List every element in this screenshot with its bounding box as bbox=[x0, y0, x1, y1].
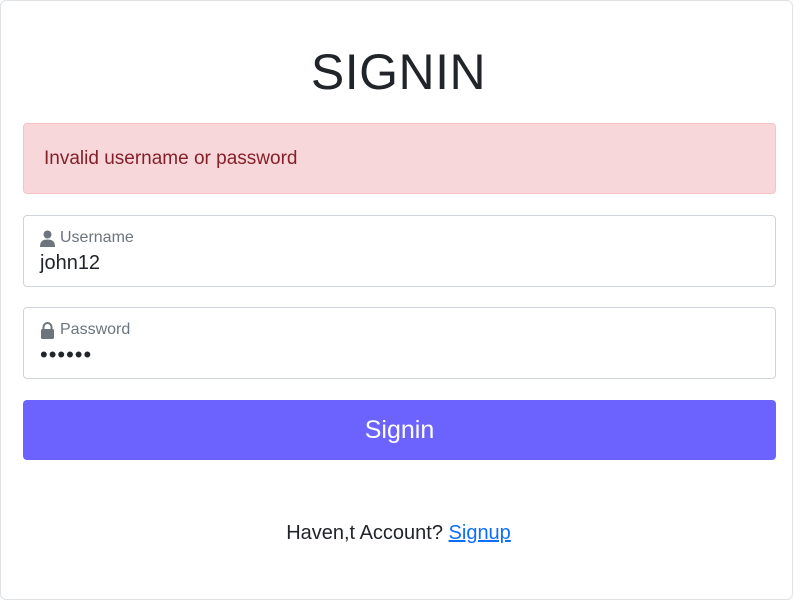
password-label: Password bbox=[60, 321, 131, 338]
username-label-group: Username bbox=[40, 229, 134, 247]
page-title: SIGNIN bbox=[310, 44, 487, 100]
signup-link[interactable]: Signup bbox=[449, 522, 511, 544]
password-input[interactable]: •••••• bbox=[40, 342, 92, 368]
error-alert: Invalid username or password bbox=[23, 123, 776, 194]
username-label: Username bbox=[60, 229, 134, 246]
signin-button[interactable]: Signin bbox=[23, 400, 776, 460]
signin-card: SIGNIN Invalid username or password User… bbox=[0, 0, 793, 600]
password-field[interactable]: Password •••••• bbox=[23, 307, 776, 379]
username-input[interactable]: john12 bbox=[40, 252, 100, 275]
error-message: Invalid username or password bbox=[44, 147, 298, 169]
user-icon bbox=[40, 230, 55, 247]
lock-icon bbox=[40, 321, 55, 339]
username-field[interactable]: Username john12 bbox=[23, 215, 776, 287]
signup-prompt-text: Haven,t Account? bbox=[286, 522, 443, 544]
signup-prompt: Haven,t Account? Signup bbox=[1, 522, 795, 545]
password-label-group: Password bbox=[40, 321, 130, 339]
